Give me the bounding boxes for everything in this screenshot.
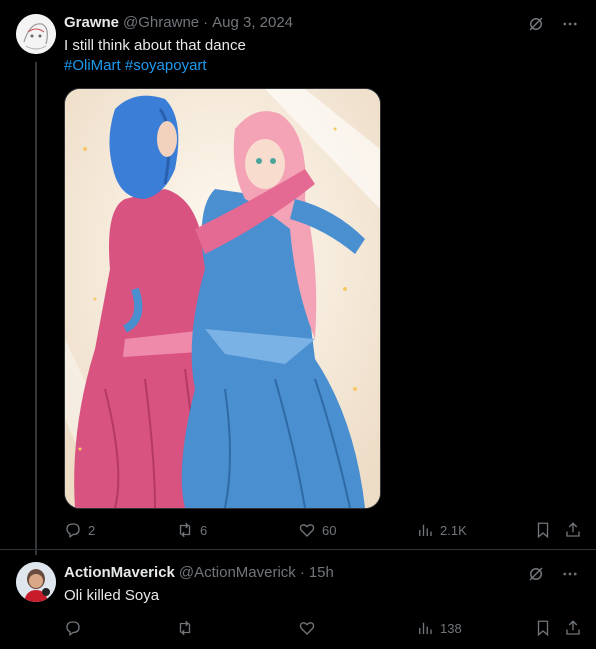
repost-icon — [179, 620, 191, 636]
tweet-actions: 2 6 60 2.1K — [64, 520, 584, 540]
display-name[interactable]: ActionMaverick — [64, 564, 175, 581]
tweet-header: ActionMaverick @ActionMaverick · 15h — [64, 564, 334, 581]
character-avatar-icon — [16, 562, 56, 602]
bookmark-icon — [537, 620, 549, 637]
repost-icon — [179, 522, 191, 538]
like-icon — [299, 622, 315, 635]
bookmark-button[interactable] — [534, 618, 552, 638]
reply-icon — [66, 523, 80, 539]
share-icon — [566, 620, 580, 635]
views-icon — [419, 622, 432, 634]
like-icon — [299, 524, 315, 537]
display-name[interactable]: Grawne — [64, 14, 119, 31]
timestamp[interactable]: 15h — [309, 564, 334, 581]
hashtags: #OliMart #soyapoyart — [64, 56, 207, 76]
reply-button[interactable] — [64, 618, 88, 638]
anime-dance-illustration — [65, 89, 380, 508]
sketch-avatar-icon — [16, 14, 56, 54]
bookmark-icon — [537, 522, 549, 539]
tweet-image[interactable] — [64, 88, 381, 509]
reply-count: 2 — [88, 522, 96, 538]
share-icon — [566, 522, 580, 537]
share-button[interactable] — [564, 520, 582, 540]
tweet-actions: 138 — [64, 618, 584, 638]
views-button[interactable]: 138 — [416, 618, 462, 638]
like-button[interactable] — [298, 618, 322, 638]
repost-count: 6 — [200, 522, 208, 538]
like-button[interactable]: 60 — [298, 520, 336, 540]
views-icon — [419, 524, 432, 536]
like-count: 60 — [322, 522, 337, 538]
tweet-2[interactable]: ActionMaverick @ActionMaverick · 15h Oli… — [0, 550, 596, 649]
avatar[interactable] — [16, 14, 56, 54]
separator-dot: · — [299, 564, 305, 581]
separator-dot: · — [203, 14, 209, 31]
thread-line — [35, 62, 37, 555]
more-icon[interactable] — [560, 14, 580, 34]
tweet-text: Oli killed Soya — [64, 587, 160, 604]
views-count: 138 — [440, 620, 462, 636]
tweet-text: I still think about that dance — [64, 37, 246, 54]
reply-icon — [66, 621, 80, 637]
tweet-top-actions — [526, 14, 580, 34]
more-icon[interactable] — [560, 564, 580, 584]
hashtag-olimart[interactable]: #OliMart — [64, 57, 121, 74]
reply-button[interactable]: 2 — [64, 520, 95, 540]
tweet-header: Grawne @Ghrawne · Aug 3, 2024 — [64, 14, 293, 31]
grok-icon[interactable] — [526, 564, 546, 584]
avatar[interactable] — [16, 562, 56, 602]
tweet-top-actions — [526, 564, 580, 584]
repost-button[interactable] — [176, 618, 200, 638]
handle[interactable]: @Ghrawne — [123, 14, 199, 31]
views-count: 2.1K — [440, 522, 467, 538]
grok-icon[interactable] — [526, 14, 546, 34]
share-button[interactable] — [564, 618, 582, 638]
views-button[interactable]: 2.1K — [416, 520, 467, 540]
hashtag-soyapoyart[interactable]: #soyapoyart — [125, 57, 207, 74]
bookmark-button[interactable] — [534, 520, 552, 540]
tweet-1[interactable]: Grawne @Ghrawne · Aug 3, 2024 I still th… — [0, 0, 596, 555]
timestamp[interactable]: Aug 3, 2024 — [212, 14, 293, 31]
handle[interactable]: @ActionMaverick — [179, 564, 296, 581]
repost-button[interactable]: 6 — [176, 520, 207, 540]
